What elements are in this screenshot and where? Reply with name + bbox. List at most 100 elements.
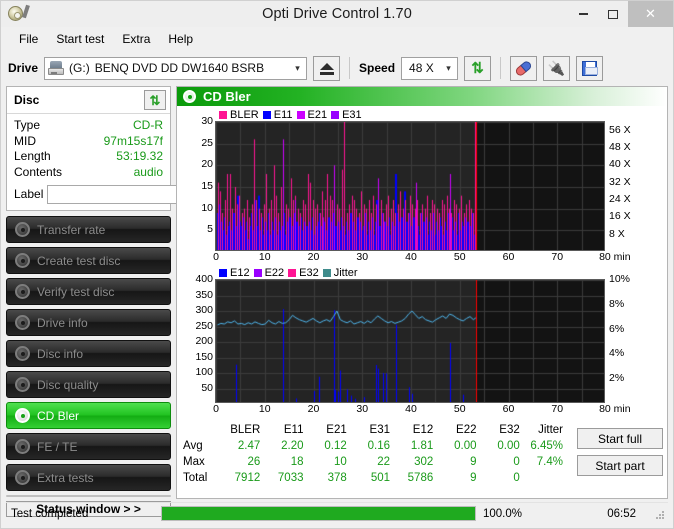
menu-bar: File Start test Extra Help xyxy=(1,27,673,50)
refresh-icon: ⇅ xyxy=(149,92,161,108)
resize-grip[interactable] xyxy=(654,509,664,519)
main-body: Disc ⇅ Type CD-R MID 97m15s17f Length 53… xyxy=(1,86,673,517)
sidebar-item-cd-bler[interactable]: CD Bler xyxy=(6,402,171,429)
stats-cell: 0.16 xyxy=(367,440,390,452)
title-bar: Opti Drive Control 1.70 ✕ xyxy=(1,1,673,27)
disc-icon xyxy=(183,90,196,103)
disc-row-key: Type xyxy=(14,118,41,132)
close-button[interactable]: ✕ xyxy=(628,1,673,27)
progress-percent: 100.0% xyxy=(483,507,523,520)
pill-icon xyxy=(512,56,536,80)
stats-cell: 5786 xyxy=(407,472,434,484)
legend-item-e11: E11 xyxy=(262,109,293,121)
maximize-button[interactable] xyxy=(598,1,628,27)
disc-label-key: Label xyxy=(14,187,44,201)
drive-select[interactable]: (G:) BENQ DVD DD DW1640 BSRB ▾ xyxy=(44,56,308,80)
y2-tick-label: 8 X xyxy=(609,227,625,240)
cd-bler-chart: BLER E11 E21 E31 5 10 15 20 25 30 8 X 16… xyxy=(181,108,663,266)
stats-cell: 9 xyxy=(470,472,477,484)
disc-icon xyxy=(15,439,30,454)
y-tick-label: 5 xyxy=(207,223,213,236)
chart1-plot-area xyxy=(215,279,605,403)
sidebar-item-transfer-rate[interactable]: Transfer rate xyxy=(6,216,171,243)
refresh-button[interactable]: ⇅ xyxy=(464,55,492,81)
menu-item-start-test[interactable]: Start test xyxy=(47,29,113,49)
menu-item-help[interactable]: Help xyxy=(159,29,202,49)
stats-cell: 378 xyxy=(327,472,347,484)
sidebar-item-verify-test-disc[interactable]: Verify test disc xyxy=(6,278,171,305)
x-tick-label: 60 xyxy=(502,251,515,263)
sidebar-item-label: Create test disc xyxy=(37,253,121,268)
chevron-down-icon: ▾ xyxy=(446,62,451,73)
stats-cell: 0.00 xyxy=(497,440,520,452)
app-icon xyxy=(6,4,30,24)
erase-button[interactable] xyxy=(510,55,538,81)
stats-cell xyxy=(528,470,571,486)
status-bar: Test completed 100.0% 06:52 xyxy=(6,502,668,524)
toolbar-divider xyxy=(500,57,502,79)
disc-panel-header: Disc ⇅ xyxy=(7,87,170,114)
stats-cell: 0.12 xyxy=(324,440,347,452)
sidebar-item-create-test-disc[interactable]: Create test disc xyxy=(6,247,171,274)
stats-col-jitter: Jitter xyxy=(538,424,563,436)
sidebar-item-extra-tests[interactable]: Extra tests xyxy=(6,464,171,491)
stats-col-e32: E32 xyxy=(499,424,520,436)
legend-label: E21 xyxy=(307,108,328,121)
sidebar-item-drive-info[interactable]: Drive info xyxy=(6,309,171,336)
stats-row-label: Total xyxy=(183,472,208,484)
legend-item-bler: BLER xyxy=(219,109,259,121)
legend-swatch xyxy=(253,268,262,277)
disc-row-contents: Contents audio xyxy=(14,165,163,181)
toolbar: Drive (G:) BENQ DVD DD DW1640 BSRB ▾ Spe… xyxy=(1,50,673,86)
y-tick-label: 200 xyxy=(195,335,213,347)
stats-cell: 0.00 xyxy=(454,440,477,452)
disc-refresh-button[interactable]: ⇅ xyxy=(144,90,166,110)
start-full-button[interactable]: Start full xyxy=(577,428,663,449)
plug-button[interactable]: 🔌 xyxy=(543,55,571,81)
x-tick-label: 30 xyxy=(356,403,369,415)
y-tick-label: 350 xyxy=(195,288,213,301)
y2-tick-label: 48 X xyxy=(609,141,631,153)
start-part-button[interactable]: Start part xyxy=(577,455,663,476)
disc-row-type: Type CD-R xyxy=(14,118,163,134)
save-floppy-icon xyxy=(582,60,599,76)
stats-table: BLER E11 E21 E31 E12 E22 E32 Jitter Avg … xyxy=(183,422,571,486)
save-button[interactable] xyxy=(576,55,604,81)
disc-row-value: 97m15s17f xyxy=(103,133,163,148)
eject-button[interactable] xyxy=(313,55,341,81)
disc-icon xyxy=(15,315,30,330)
pen-icon xyxy=(22,4,30,19)
disc-label-row: Label xyxy=(14,183,252,205)
x-tick-label: 40 xyxy=(405,403,417,415)
disc-info-rows: Type CD-R MID 97m15s17f Length 53:19.32 … xyxy=(7,114,252,210)
disc-icon xyxy=(15,346,30,361)
stats-cell: 0 xyxy=(513,456,520,468)
jitter-e-chart: E12 E22 E32 Jitter 50 100 150 200 250 30… xyxy=(181,266,663,418)
menu-item-extra[interactable]: Extra xyxy=(113,29,159,49)
legend-swatch xyxy=(262,110,271,119)
y2-tick-label: 56 X xyxy=(609,123,631,136)
x-tick-label: 80 min xyxy=(599,251,631,263)
speed-select[interactable]: 48 X ▾ xyxy=(401,56,459,80)
minimize-button[interactable] xyxy=(568,1,598,27)
sidebar-item-disc-info[interactable]: Disc info xyxy=(6,340,171,367)
status-message: Test completed xyxy=(11,507,89,520)
chevron-down-icon: ▾ xyxy=(295,62,300,73)
eject-icon xyxy=(319,62,334,70)
stats-col-e11: E11 xyxy=(283,424,304,436)
legend-swatch xyxy=(331,110,340,119)
stats-row-avg: Avg 2.47 2.20 0.12 0.16 1.81 0.00 0.00 6… xyxy=(183,438,571,454)
disc-row-value: 53:19.32 xyxy=(116,149,163,163)
chart1-y-axis-left: 50 100 150 200 250 300 350 400 xyxy=(181,273,215,403)
chart0-y-axis-left: 5 10 15 20 25 30 xyxy=(181,115,215,251)
stats-row-max: Max 26 18 10 22 302 9 0 7.4% xyxy=(183,454,571,470)
legend-item-e32: E32 xyxy=(288,267,319,279)
sidebar-item-disc-quality[interactable]: Disc quality xyxy=(6,371,171,398)
chart0-plot-area xyxy=(215,121,605,251)
chart-legend-top: BLER E11 E21 E31 xyxy=(181,108,663,121)
menu-item-file[interactable]: File xyxy=(10,29,47,49)
sidebar-item-fe-te[interactable]: FE / TE xyxy=(6,433,171,460)
stats-row-label: Avg xyxy=(183,440,203,452)
drive-letter: (G:) xyxy=(69,61,90,75)
disc-icon xyxy=(15,408,30,423)
